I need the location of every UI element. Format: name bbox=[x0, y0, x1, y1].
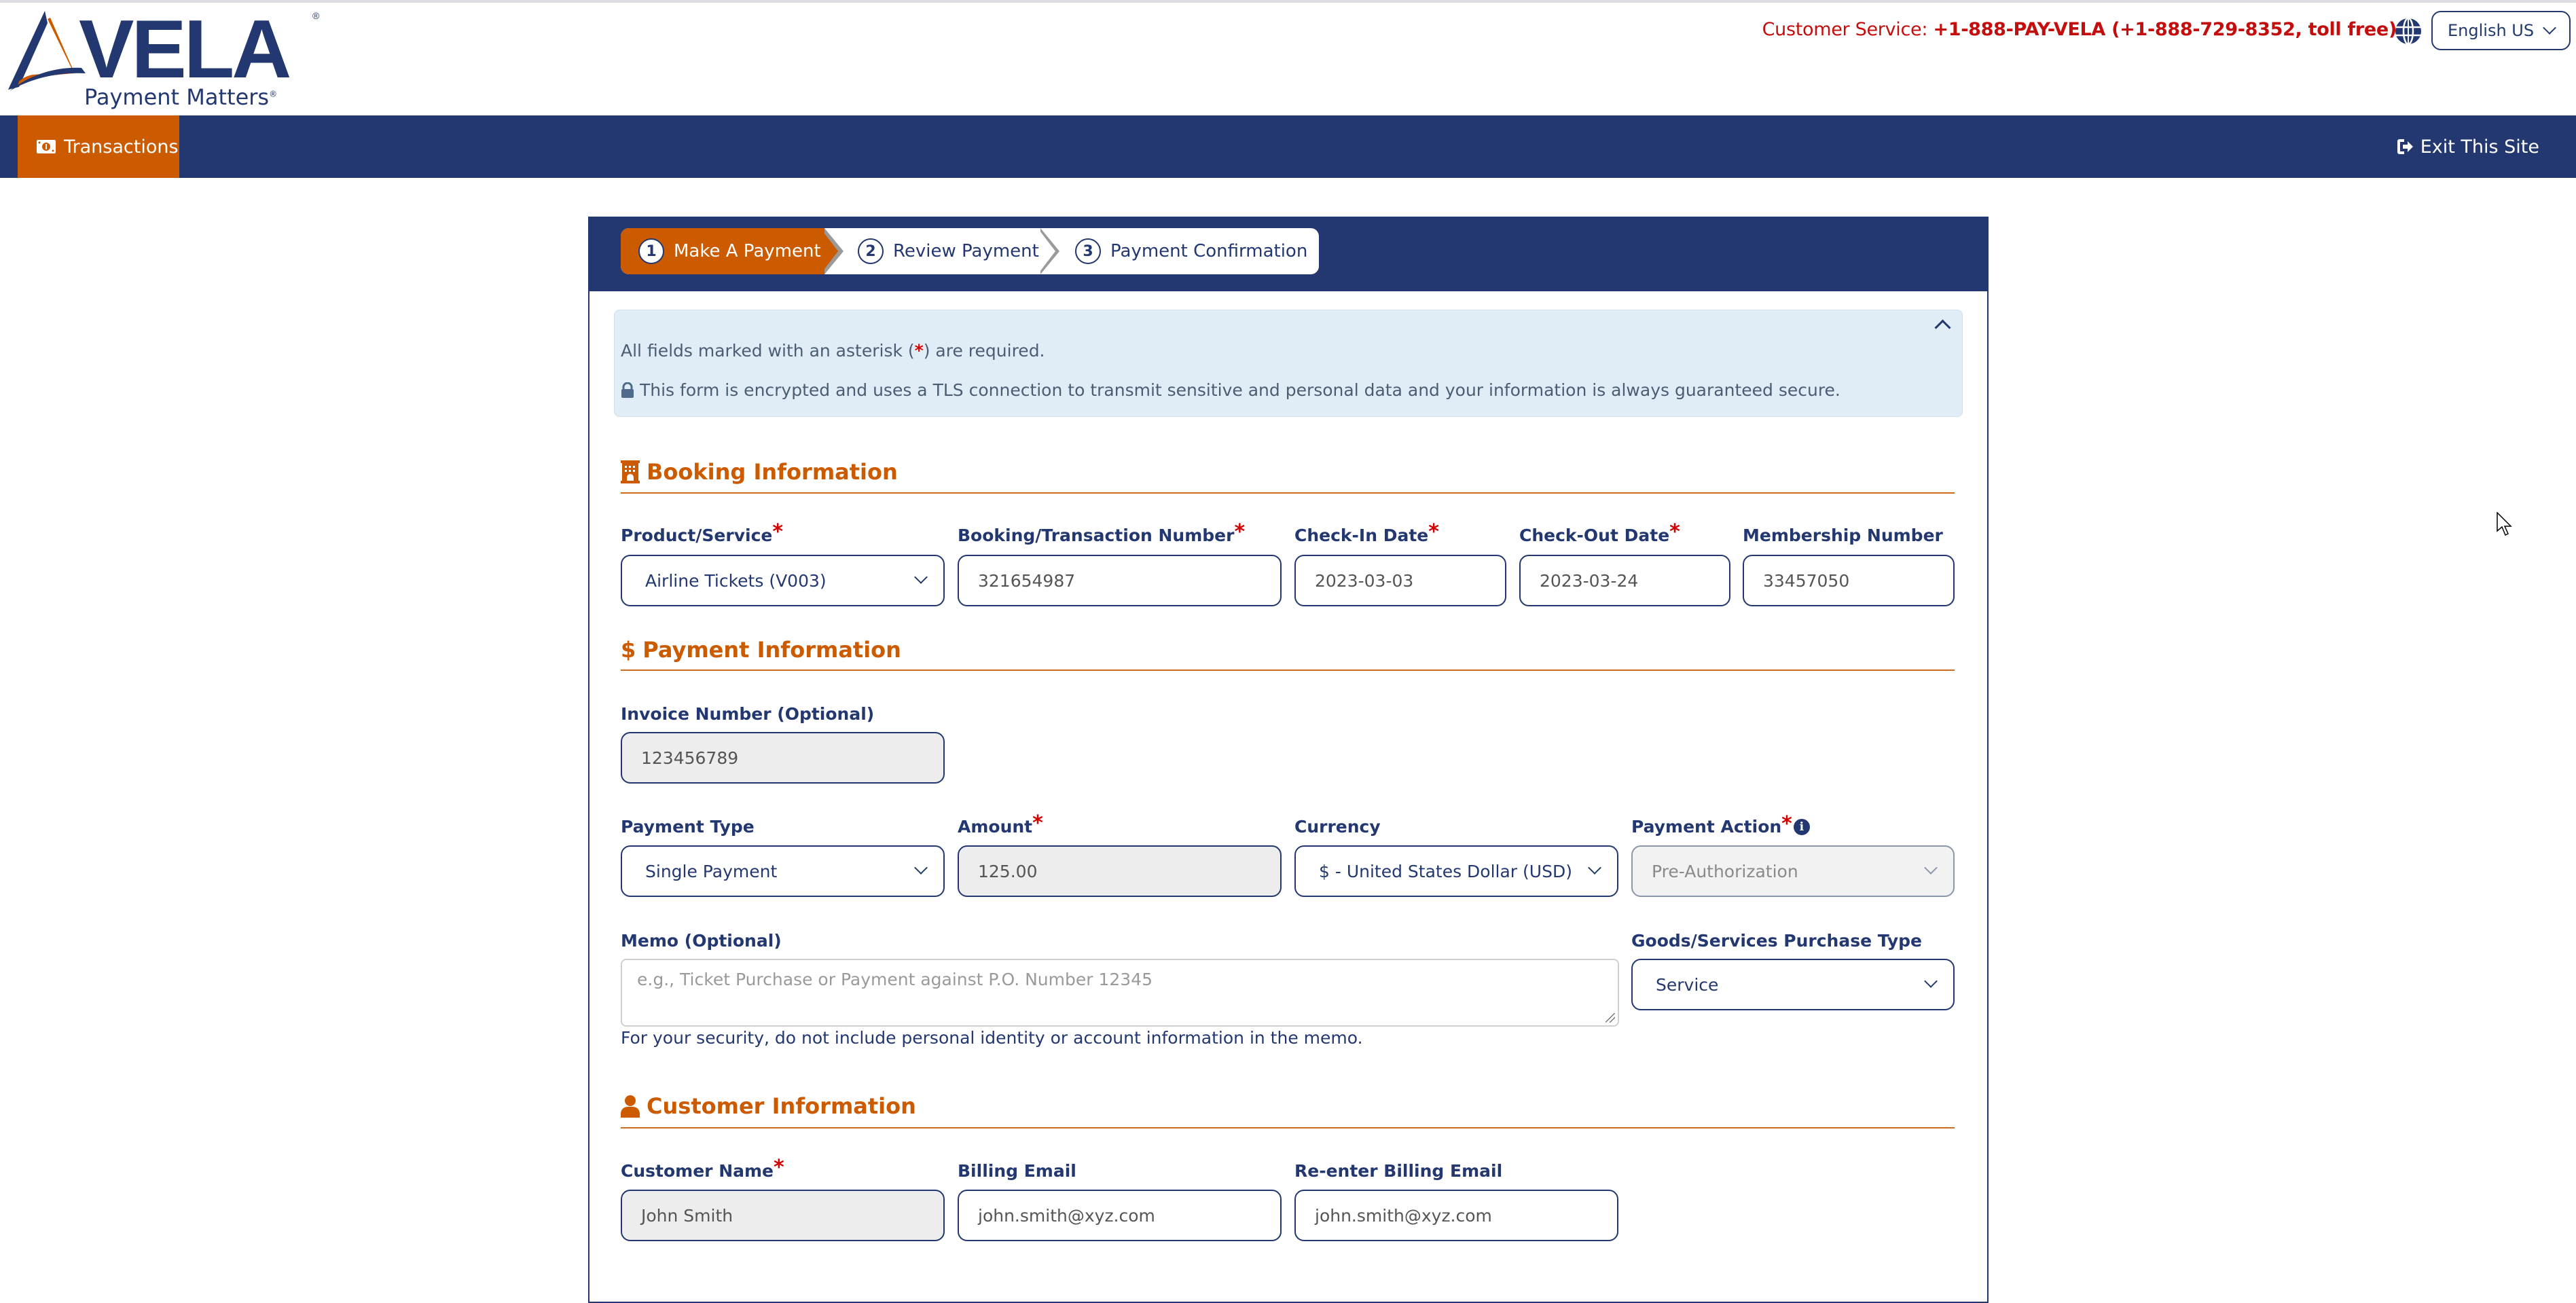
section-divider bbox=[621, 492, 1955, 494]
payment-type-select[interactable]: Single Payment bbox=[621, 845, 945, 897]
secure-note: This form is encrypted and uses a TLS co… bbox=[621, 380, 1840, 400]
payment-action-label: Payment Action* i bbox=[1631, 817, 1810, 837]
billing-email-input[interactable]: john.smith@xyz.com bbox=[958, 1190, 1282, 1241]
step-label: Review Payment bbox=[893, 241, 1039, 261]
checkin-label: Check-In Date* bbox=[1294, 526, 1439, 545]
step-number: 2 bbox=[858, 238, 884, 264]
billing-email-label: Billing Email bbox=[958, 1161, 1076, 1181]
customer-name-input[interactable]: John Smith bbox=[621, 1190, 945, 1241]
nav-tab-transactions[interactable]: Transactions bbox=[18, 115, 179, 178]
chevron-down-icon bbox=[2543, 21, 2556, 35]
customer-name-label: Customer Name* bbox=[621, 1161, 784, 1181]
step-label: Make A Payment bbox=[674, 241, 821, 261]
chevron-down-icon bbox=[914, 570, 928, 584]
reenter-email-label: Re-enter Billing Email bbox=[1294, 1161, 1502, 1181]
step-number: 1 bbox=[638, 238, 664, 264]
memo-security-note: For your security, do not include person… bbox=[621, 1028, 1363, 1048]
product-label: Product/Service* bbox=[621, 526, 783, 545]
globe-icon bbox=[2395, 18, 2422, 45]
booking-number-input[interactable]: 321654987 bbox=[958, 555, 1282, 606]
mouse-cursor-icon bbox=[2497, 512, 2513, 536]
membership-number-input[interactable]: 33457050 bbox=[1743, 555, 1955, 606]
currency-label: Currency bbox=[1294, 817, 1381, 837]
exit-label: Exit This Site bbox=[2420, 136, 2539, 158]
currency-select[interactable]: $ - United States Dollar (USD) bbox=[1294, 845, 1618, 897]
money-bill-icon bbox=[37, 140, 56, 153]
logo-tagline: Payment Matters® bbox=[84, 84, 277, 110]
language-value: English US bbox=[2448, 21, 2534, 40]
vela-logo[interactable]: VELA ® Payment Matters® bbox=[5, 4, 325, 113]
chevron-down-icon bbox=[1924, 974, 1938, 988]
booking-section-title: Booking Information bbox=[621, 459, 898, 485]
customer-service-info: Customer Service: +1-888-PAY-VELA (+1-88… bbox=[1762, 19, 2397, 40]
step-label: Payment Confirmation bbox=[1110, 241, 1307, 261]
svg-text:VELA: VELA bbox=[79, 4, 289, 95]
nav-tab-label: Transactions bbox=[64, 136, 179, 158]
info-icon[interactable]: i bbox=[1794, 819, 1810, 835]
payment-action-select: Pre-Authorization bbox=[1631, 845, 1955, 897]
user-icon bbox=[621, 1095, 640, 1118]
memo-label: Memo (Optional) bbox=[621, 931, 782, 951]
required-fields-note: All fields marked with an asterisk (*) a… bbox=[621, 341, 1045, 361]
top-border bbox=[0, 0, 2576, 3]
customer-section-title: Customer Information bbox=[621, 1093, 916, 1119]
chevron-down-icon bbox=[1588, 861, 1601, 875]
invoice-number-input[interactable]: 123456789 bbox=[621, 732, 945, 784]
language-select[interactable]: English US bbox=[2431, 11, 2571, 50]
product-select[interactable]: Airline Tickets (V003) bbox=[621, 555, 945, 606]
exit-site-link[interactable]: Exit This Site bbox=[2396, 115, 2539, 178]
svg-text:®: ® bbox=[312, 10, 320, 21]
step-1-arrow-front bbox=[820, 228, 838, 274]
lock-icon bbox=[621, 382, 634, 399]
chevron-down-icon bbox=[1924, 861, 1938, 875]
amount-input[interactable]: 125.00 bbox=[958, 845, 1282, 897]
checkout-label: Check-Out Date* bbox=[1519, 526, 1680, 545]
booking-number-label: Booking/Transaction Number* bbox=[958, 526, 1245, 545]
payment-section-title: $ Payment Information bbox=[621, 637, 901, 663]
checkout-date-input[interactable]: 2023-03-24 bbox=[1519, 555, 1730, 606]
hotel-icon bbox=[621, 460, 640, 483]
memo-textarea[interactable]: e.g., Ticket Purchase or Payment against… bbox=[621, 959, 1619, 1027]
checkin-date-input[interactable]: 2023-03-03 bbox=[1294, 555, 1506, 606]
step-review-payment: 2 Review Payment bbox=[858, 228, 1039, 274]
customer-service-phone[interactable]: +1-888-PAY-VELA (+1-888-729-8352, toll f… bbox=[1933, 19, 2397, 40]
step-separator-inner bbox=[1038, 228, 1055, 274]
step-payment-confirmation: 3 Payment Confirmation bbox=[1075, 228, 1307, 274]
membership-label: Membership Number bbox=[1743, 526, 1943, 545]
customer-service-label: Customer Service: bbox=[1762, 19, 1928, 40]
step-number: 3 bbox=[1075, 238, 1101, 264]
step-make-payment: 1 Make A Payment bbox=[638, 228, 821, 274]
purchase-type-label: Goods/Services Purchase Type bbox=[1631, 931, 1922, 951]
section-divider bbox=[621, 1127, 1955, 1128]
reenter-email-input[interactable]: john.smith@xyz.com bbox=[1294, 1190, 1618, 1241]
dollar-icon: $ bbox=[621, 637, 636, 663]
payment-type-label: Payment Type bbox=[621, 817, 755, 837]
info-notice bbox=[614, 310, 1963, 417]
purchase-type-select[interactable]: Service bbox=[1631, 959, 1955, 1010]
exit-icon bbox=[2396, 138, 2414, 155]
section-divider bbox=[621, 669, 1955, 671]
resize-handle-icon[interactable] bbox=[1606, 1013, 1615, 1023]
chevron-down-icon bbox=[914, 861, 928, 875]
invoice-label: Invoice Number (Optional) bbox=[621, 704, 874, 724]
amount-label: Amount* bbox=[958, 817, 1043, 837]
nav-bar bbox=[0, 115, 2576, 178]
